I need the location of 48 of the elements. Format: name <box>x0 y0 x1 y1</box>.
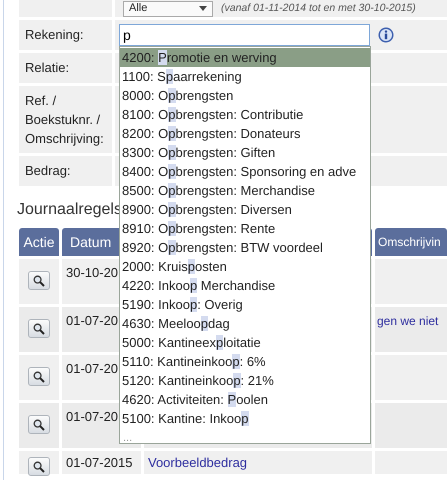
view-button[interactable] <box>28 319 50 338</box>
view-button[interactable] <box>28 415 50 434</box>
description-link[interactable]: Voorbeeldbedrag <box>148 455 248 470</box>
date-text: 01-07-20 <box>66 313 118 328</box>
date-text: 01-07-2015 <box>66 455 132 470</box>
suggestion-item[interactable]: 5100: Kantine: Inkoop <box>120 409 370 428</box>
info-icon[interactable] <box>378 27 394 43</box>
column-header[interactable]: Omschrijvin <box>375 228 447 256</box>
magnifier-icon <box>33 370 45 382</box>
section-heading: Journaalregels <box>17 201 122 218</box>
suggestion-item[interactable]: 8000: Opbrengsten <box>120 86 370 105</box>
field-label: Rekening: <box>25 26 85 44</box>
description-link[interactable]: gen we niet <box>377 314 438 328</box>
field-label: Bedrag: <box>25 162 72 180</box>
date-text: 30-10-20 <box>66 265 118 280</box>
suggestion-item[interactable]: 5120: Kantineinkoop: 21% <box>120 371 370 390</box>
suggestion-item[interactable]: 8300: Opbrengsten: Giften <box>120 143 370 162</box>
suggestion-item[interactable]: 4630: Meeloopdag <box>120 314 370 333</box>
magnifier-icon <box>33 418 45 430</box>
field-label: Ref. / Boekstuknr. / Omschrijving: <box>25 92 105 148</box>
field-label: Relatie: <box>25 59 70 77</box>
suggestion-item[interactable]: 5190: Inkoop: Overig <box>120 295 370 314</box>
suggestion-item[interactable]: 4220: Inkoop Merchandise <box>120 276 370 295</box>
suggestion-item[interactable]: 8900: Opbrengsten: Diversen <box>120 200 370 219</box>
suggestion-item[interactable]: 5000: Kantineexploitatie <box>120 333 370 352</box>
magnifier-icon <box>33 460 45 472</box>
view-button[interactable] <box>28 457 50 476</box>
suggestion-item[interactable]: 8200: Opbrengsten: Donateurs <box>120 124 370 143</box>
date-text: 01-07-20 <box>66 361 118 376</box>
period-select[interactable]: Alle <box>123 0 213 16</box>
view-button[interactable] <box>28 271 50 290</box>
suggestion-item[interactable]: 5110: Kantineinkoop: 6% <box>120 352 370 371</box>
period-text: (vanaf 01-11-2014 tot en met 30-10-2015) <box>221 2 416 15</box>
suggestion-item[interactable]: 8400: Opbrengsten: Sponsoring en adve <box>120 162 370 181</box>
suggestion-item[interactable]: 8500: Opbrengsten: Merchandise <box>120 181 370 200</box>
suggestion-item[interactable]: 2000: Kruisposten <box>120 257 370 276</box>
column-header[interactable]: Actie <box>19 228 59 256</box>
caret-icon <box>199 6 207 11</box>
more-indicator: ... <box>123 433 132 443</box>
suggestion-item[interactable]: 4620: Activiteiten: Poolen <box>120 390 370 409</box>
date-text: 01-07-20 <box>66 409 118 424</box>
account-field[interactable]: p <box>119 24 370 46</box>
suggestion-item[interactable]: 1100: Spaarrekening <box>120 67 370 86</box>
suggestion-item[interactable]: 4200: Promotie en werving <box>120 48 370 67</box>
view-button[interactable] <box>28 367 50 386</box>
suggestion-item[interactable]: 8100: Opbrengsten: Contributie <box>120 105 370 124</box>
magnifier-icon <box>33 274 45 286</box>
magnifier-icon <box>33 322 45 334</box>
